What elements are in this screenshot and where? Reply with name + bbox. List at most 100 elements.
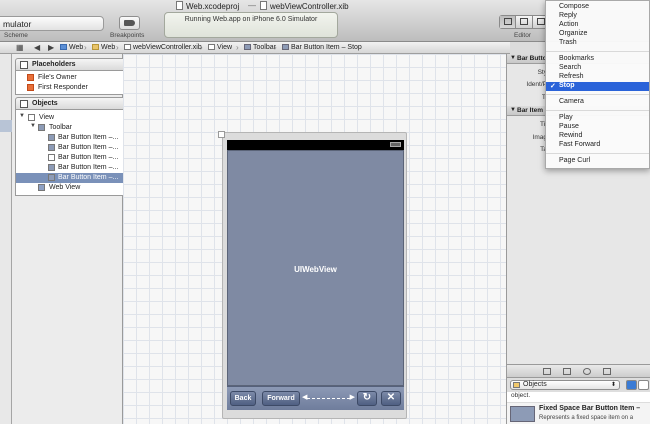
crumb-toolbar-label: Toolbar	[253, 44, 276, 51]
grid-icon[interactable]: ▦	[16, 43, 24, 52]
view-resize-handle[interactable]	[218, 131, 225, 138]
code-snippet-icon[interactable]	[563, 368, 571, 375]
forward-arrow-icon[interactable]: ▶	[48, 43, 54, 52]
disclosure-triangle-icon[interactable]: ▼	[30, 123, 36, 129]
outline-item-bar-button[interactable]: Bar Button Item –...	[16, 133, 131, 143]
refresh-icon: ↻	[362, 392, 372, 403]
outline-item-first-responder[interactable]: First Responder	[16, 83, 131, 93]
assistant-editor-button[interactable]	[516, 16, 533, 28]
crumb-xib-label: webViewController.xib	[133, 44, 202, 51]
menu-item-camera[interactable]: Camera	[546, 98, 649, 107]
outline-item-toolbar[interactable]: ▼ Toolbar	[16, 123, 131, 133]
checkmark-icon: ✓	[550, 83, 556, 90]
menu-item-page-curl[interactable]: Page Curl	[546, 157, 649, 166]
objects-list: ▼ View ▼ Toolbar Bar Button Item –... Ba…	[15, 110, 132, 196]
breakpoints-button[interactable]	[119, 16, 140, 30]
menu-item-reply[interactable]: Reply	[546, 12, 649, 21]
crumb-stop-item[interactable]: Bar Button Item – Stop	[282, 44, 362, 51]
crumb-folder[interactable]: Web	[92, 44, 115, 51]
outline-item-label: Bar Button Item –...	[58, 144, 119, 151]
disclosure-triangle-icon[interactable]: ▼	[510, 107, 516, 113]
section-title: Bar Butto	[517, 55, 547, 62]
menu-item-compose[interactable]: Compose	[546, 3, 649, 12]
web-view[interactable]: UIWebView	[227, 150, 404, 386]
menu-separator	[546, 94, 649, 95]
crumb-separator: ›	[84, 43, 87, 52]
navigator-selection[interactable]	[0, 120, 12, 132]
list-view-toggle[interactable]	[638, 380, 649, 390]
placeholders-icon	[20, 61, 28, 69]
menu-item-search[interactable]: Search	[546, 64, 649, 73]
menu-item-play[interactable]: Play	[546, 114, 649, 123]
title-project[interactable]: Web.xcodeproj	[176, 1, 239, 11]
refresh-bar-button[interactable]: ↻	[357, 391, 377, 406]
menu-item-trash[interactable]: Trash	[546, 39, 649, 48]
project-navigator[interactable]	[0, 54, 12, 424]
back-bar-button[interactable]: Back	[230, 391, 256, 406]
title-project-label: Web.xcodeproj	[186, 2, 240, 11]
crumb-folder-label: Web	[101, 44, 116, 51]
web-view-label: UIWebView	[294, 265, 337, 274]
ios-toolbar[interactable]: Back Forward ◀ ▶ ↻ ✕	[227, 386, 404, 410]
placeholders-header[interactable]: Placeholders	[15, 58, 132, 71]
file-template-icon[interactable]	[543, 368, 551, 375]
disclosure-triangle-icon[interactable]: ▼	[19, 113, 25, 119]
menu-item-bookmarks[interactable]: Bookmarks	[546, 55, 649, 64]
back-arrow-icon[interactable]: ◀	[34, 43, 40, 52]
interface-builder-canvas[interactable]: UIWebView Back Forward ◀ ▶ ↻ ✕	[123, 54, 506, 424]
crumb-view[interactable]: View	[208, 44, 232, 51]
outline-item-files-owner[interactable]: File's Owner	[16, 73, 131, 83]
menu-item-organize[interactable]: Organize	[546, 30, 649, 39]
tint-label: Ti	[507, 94, 547, 101]
crumb-project[interactable]: Web	[60, 44, 83, 51]
library-tab-bar	[507, 364, 650, 378]
menu-item-fast-forward[interactable]: Fast Forward	[546, 141, 649, 150]
outline-item-bar-button[interactable]: Bar Button Item –...	[16, 153, 131, 163]
object-library-icon[interactable]	[583, 368, 591, 375]
outline-item-bar-button[interactable]: Bar Button Item –...	[16, 163, 131, 173]
document-outline: Placeholders File's Owner First Responde…	[12, 54, 132, 424]
bar-button-icon	[48, 134, 55, 141]
library-item-fixed-space[interactable]: Fixed Space Bar Button Item – Represents…	[507, 402, 650, 424]
menu-item-refresh[interactable]: Refresh	[546, 73, 649, 82]
view-frame[interactable]: UIWebView Back Forward ◀ ▶ ↻ ✕	[222, 132, 407, 419]
media-library-icon[interactable]	[603, 368, 611, 375]
icon-view-toggle[interactable]	[626, 380, 637, 390]
library-category-select[interactable]: Objects ⬍	[510, 380, 620, 390]
forward-bar-button[interactable]: Forward	[262, 391, 300, 406]
crumb-xib[interactable]: webViewController.xib	[124, 44, 202, 51]
objects-folder-icon	[513, 382, 520, 388]
standard-editor-button[interactable]	[500, 16, 517, 28]
scheme-popup[interactable]: mulator	[0, 16, 104, 31]
flexible-space-item[interactable]: ◀ ▶	[302, 394, 355, 402]
flexible-space-icon	[48, 154, 55, 161]
project-file-icon	[176, 1, 183, 10]
title-label: Tit	[540, 121, 547, 128]
outline-item-bar-button[interactable]: Bar Button Item –...	[16, 143, 131, 153]
activity-status: Running Web.app on iPhone 6.0 Simulator	[184, 16, 318, 23]
outline-item-bar-button-stop[interactable]: Bar Button Item –...	[16, 173, 131, 183]
chevron-updown-icon: ⬍	[610, 382, 616, 388]
menu-item-action[interactable]: Action	[546, 21, 649, 30]
bar-button-icon	[282, 44, 289, 50]
menu-item-pause[interactable]: Pause	[546, 123, 649, 132]
tag-label: Ta	[540, 146, 547, 153]
editor-segmented-control[interactable]	[499, 15, 549, 29]
outline-item-label: First Responder	[38, 84, 88, 91]
menu-item-rewind[interactable]: Rewind	[546, 132, 649, 141]
menu-item-stop[interactable]: ✓ Stop	[546, 82, 649, 91]
menu-separator	[546, 110, 649, 111]
objects-header[interactable]: Objects	[15, 97, 132, 110]
disclosure-triangle-icon[interactable]: ▼	[510, 55, 516, 61]
simulated-status-bar	[227, 140, 404, 150]
stop-bar-button[interactable]: ✕	[381, 391, 401, 406]
outline-item-label: Web View	[49, 184, 81, 191]
crumb-project-label: Web	[69, 44, 84, 51]
outline-item-view[interactable]: ▼ View	[16, 113, 131, 123]
view-icon	[28, 114, 35, 121]
outline-item-web-view[interactable]: Web View	[16, 183, 131, 193]
title-xib[interactable]: webViewController.xib	[260, 1, 349, 11]
outline-item-label: Toolbar	[49, 124, 72, 131]
crumb-toolbar[interactable]: Toolbar	[244, 44, 276, 51]
breakpoint-icon	[124, 20, 135, 26]
